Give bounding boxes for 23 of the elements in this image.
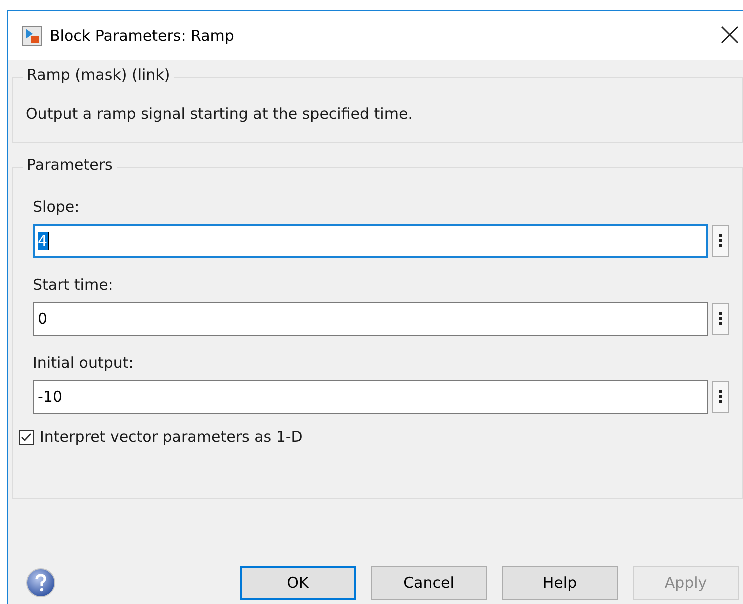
more-options-button[interactable] — [712, 381, 729, 413]
field-label: Initial output: — [33, 354, 134, 372]
vertical-dots-icon — [718, 390, 722, 404]
dialog-button[interactable]: Cancel — [371, 566, 487, 600]
description-text: Output a ramp signal starting at the specified time. — [26, 105, 413, 123]
input-field[interactable]: -10 — [33, 380, 708, 414]
checkbox-label: Interpret vector parameters as 1-D — [40, 428, 303, 446]
field-label: Start time: — [33, 276, 114, 294]
close-icon[interactable] — [720, 25, 740, 45]
help-icon[interactable] — [26, 568, 56, 598]
block-icon — [22, 26, 42, 46]
checkbox[interactable] — [19, 430, 34, 444]
group-title: Ramp (mask) (link) — [23, 66, 174, 84]
field-label: Slope: — [33, 198, 80, 216]
input-field[interactable]: 0 — [33, 302, 708, 336]
input-field[interactable]: 4 — [33, 224, 708, 258]
more-options-button[interactable] — [712, 225, 729, 257]
window-title: Block Parameters: Ramp — [50, 26, 234, 44]
dialog-button[interactable]: OK — [240, 566, 356, 600]
dialog-button[interactable]: Help — [502, 566, 618, 600]
more-options-button[interactable] — [712, 303, 729, 335]
vertical-dots-icon — [718, 234, 722, 248]
vertical-dots-icon — [718, 312, 722, 326]
